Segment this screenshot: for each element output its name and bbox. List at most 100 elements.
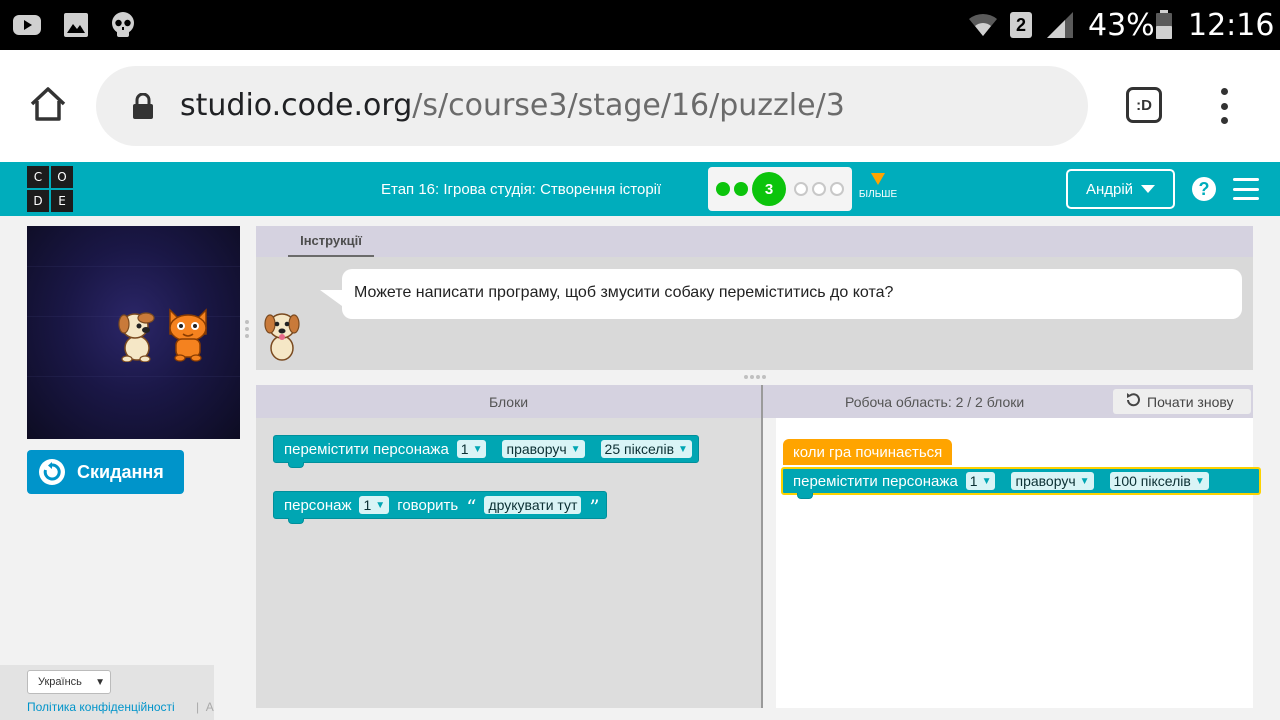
instructions-bubble: Можете написати програму, щоб змусити со… — [342, 269, 1242, 319]
dropdown-arrow-icon: ▼ — [981, 475, 992, 487]
caret-down-icon — [1141, 185, 1156, 193]
speech-bubble-tail — [320, 290, 342, 306]
instructions-tabbar: Інструкції — [256, 226, 1253, 257]
vertical-resize-handle[interactable] — [245, 320, 251, 344]
dropdown-arrow-icon: ▼ — [678, 443, 688, 455]
distance-dropdown[interactable]: 100 пікселів ▼ — [1109, 472, 1209, 490]
dropdown-value: 1 — [363, 497, 372, 513]
dropdown-arrow-icon: ▼ — [570, 443, 581, 455]
say-text-field[interactable]: друкувати тут — [484, 496, 582, 514]
dropdown-value: 100 пікселів — [1113, 473, 1191, 489]
dog-avatar — [262, 306, 302, 367]
workspace-header: Робоча область: 2 / 2 блоки Почати знову — [763, 385, 1253, 418]
logo-letter: E — [51, 190, 73, 212]
battery-percent: 43% — [1088, 8, 1155, 43]
block-label: говорить — [397, 496, 459, 514]
block-label: перемістити персонажа — [284, 440, 449, 458]
stage-title[interactable]: Етап 16: Ігрова студія: Створення історі… — [381, 181, 661, 198]
dropdown-arrow-icon: ▼ — [472, 443, 483, 455]
footer-separator: | А — [196, 700, 214, 714]
actor-dropdown[interactable]: 1 ▼ — [965, 472, 996, 490]
distance-dropdown[interactable]: 25 пікселів ▼ — [600, 440, 692, 458]
battery-icon — [1152, 10, 1176, 39]
dropdown-value: 1 — [969, 473, 978, 489]
panel-divider — [761, 385, 763, 708]
browser-toolbar: studio.code.org/s/course3/stage/16/puzzl… — [0, 50, 1280, 162]
block-label: перемістити персонажа — [793, 472, 958, 490]
signal-icon — [1045, 11, 1075, 39]
tab-switcher-icon[interactable]: :D — [1126, 87, 1162, 123]
help-icon[interactable]: ? — [1192, 177, 1216, 201]
android-status-bar: 2 43% 12:16 — [0, 0, 1280, 50]
actor-dropdown[interactable]: 1 ▼ — [359, 496, 390, 514]
more-arrow-icon — [871, 173, 885, 185]
user-menu-button[interactable]: Андрій — [1066, 169, 1175, 209]
dog-sprite — [113, 306, 161, 367]
close-quote-icon: ” — [589, 495, 600, 519]
wifi-icon — [968, 11, 998, 39]
dropdown-value: праворуч — [506, 441, 567, 457]
privacy-policy-link[interactable]: Політика конфіденційності — [27, 700, 175, 714]
progress-dot-completed[interactable] — [716, 182, 730, 196]
tab-instructions[interactable]: Інструкції — [288, 226, 374, 257]
language-value: Українсь — [38, 676, 82, 688]
dropdown-value: 1 — [460, 441, 469, 457]
puzzle-progress: 3 — [708, 167, 852, 211]
sim-2-icon: 2 — [1008, 11, 1034, 39]
actor-dropdown[interactable]: 1 ▼ — [456, 440, 487, 458]
start-over-button[interactable]: Почати знову — [1113, 389, 1251, 414]
when-game-starts-block[interactable]: коли гра починається — [783, 439, 953, 465]
toolbox-header: Блоки — [256, 385, 761, 418]
language-select[interactable]: Українсь ▼ — [27, 670, 111, 694]
start-over-label: Почати знову — [1147, 393, 1234, 410]
instructions-panel: Інструкції Можете написати програму, щоб… — [256, 226, 1253, 370]
toolbox: перемістити персонажа 1 ▼ праворуч ▼ 25 пі… — [256, 418, 761, 708]
clock: 12:16 — [1188, 8, 1275, 43]
workspace-block-count: Робоча область: 2 / 2 блоки — [845, 394, 1025, 410]
logo-letter: C — [27, 166, 49, 188]
code-org-logo[interactable]: C O D E — [27, 166, 73, 212]
direction-dropdown[interactable]: праворуч ▼ — [1011, 472, 1094, 490]
truncated-link[interactable]: А — [206, 700, 214, 714]
cat-sprite — [164, 306, 212, 367]
workspace[interactable]: коли гра починається перемістити персона… — [776, 418, 1261, 708]
game-canvas[interactable] — [27, 226, 240, 439]
open-quote-icon: “ — [466, 495, 477, 519]
progress-dot-current[interactable]: 3 — [752, 172, 786, 206]
block-label: персонаж — [284, 496, 352, 514]
address-bar[interactable]: studio.code.org/s/course3/stage/16/puzzl… — [96, 66, 1088, 146]
sim-label: 2 — [1010, 12, 1032, 38]
progress-dot-remaining[interactable] — [794, 182, 808, 196]
gallery-icon — [61, 11, 91, 39]
progress-dot-remaining[interactable] — [830, 182, 844, 196]
progress-dot-remaining[interactable] — [812, 182, 826, 196]
dropdown-value: 25 пікселів — [604, 441, 675, 457]
logo-letter: O — [51, 166, 73, 188]
move-actor-block[interactable]: перемістити персонажа 1 ▼ праворуч ▼ 25 пі… — [273, 435, 699, 468]
site-header: C O D E Етап 16: Ігрова студія: Створенн… — [0, 162, 1280, 216]
restart-icon — [1125, 392, 1141, 411]
direction-dropdown[interactable]: праворуч ▼ — [502, 440, 585, 458]
lock-icon — [132, 92, 154, 119]
overflow-menu-icon[interactable] — [1218, 88, 1230, 124]
dropdown-arrow-icon: ▼ — [1194, 475, 1205, 487]
reset-icon — [39, 459, 65, 485]
skull-icon — [108, 11, 138, 39]
logo-letter: D — [27, 190, 49, 212]
actor-say-block[interactable]: персонаж 1 ▼ говорить “ друкувати тут ” — [273, 491, 607, 524]
progress-dot-completed[interactable] — [734, 182, 748, 196]
horizontal-resize-handle[interactable] — [744, 375, 766, 381]
dropdown-value: праворуч — [1015, 473, 1076, 489]
home-icon[interactable] — [28, 84, 68, 124]
caret-down-icon: ▼ — [95, 676, 105, 688]
url-host: studio.code.org — [180, 88, 413, 123]
youtube-icon — [12, 11, 42, 39]
dropdown-arrow-icon: ▼ — [375, 499, 386, 511]
url-text: studio.code.org/s/course3/stage/16/puzzl… — [180, 88, 845, 123]
reset-label: Скидання — [77, 461, 164, 482]
dropdown-arrow-icon: ▼ — [1079, 475, 1090, 487]
move-actor-block[interactable]: перемістити персонажа 1 ▼ праворуч ▼ 100 п… — [781, 467, 1261, 499]
hamburger-menu-icon[interactable] — [1233, 178, 1259, 200]
reset-button[interactable]: Скидання — [27, 450, 184, 494]
more-button[interactable]: БІЛЬШЕ — [857, 173, 899, 200]
